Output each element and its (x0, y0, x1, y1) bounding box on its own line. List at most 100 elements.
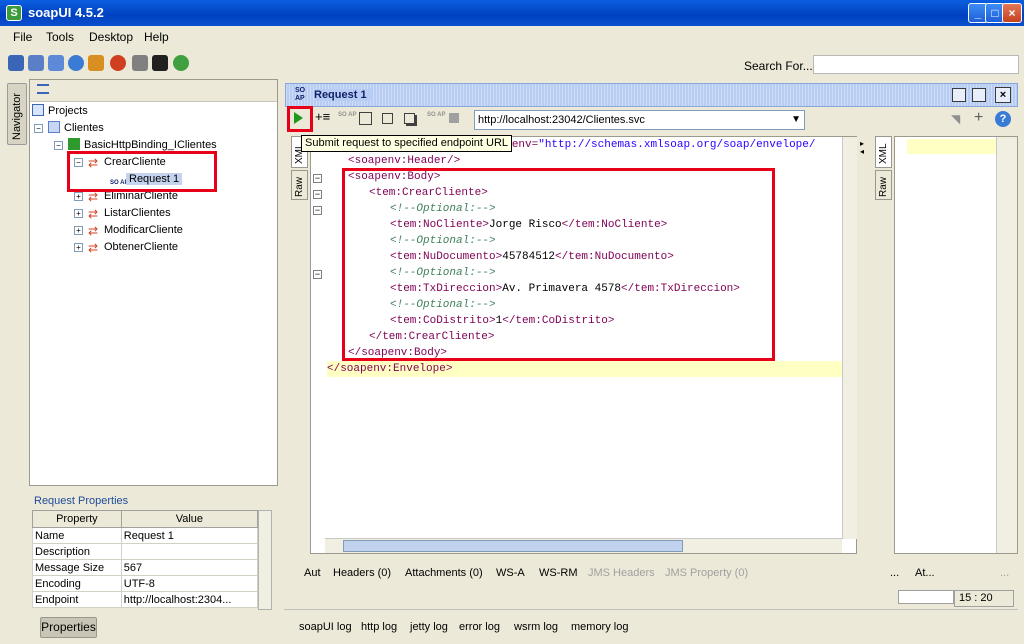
tab-attachments[interactable]: Attachments (0) (405, 567, 483, 579)
code-line[interactable]: </tem:CrearCliente> (369, 329, 494, 345)
list-view-icon[interactable] (37, 84, 49, 94)
save-all-icon[interactable] (48, 55, 64, 71)
help-icon[interactable] (68, 55, 84, 71)
create-request-icon[interactable]: SO AP (338, 112, 356, 118)
tree-item-operation-eliminarcliente[interactable]: + ⇄ EliminarCliente (74, 188, 178, 204)
monitor-icon[interactable] (152, 55, 168, 71)
response-splitter[interactable]: ▸ ◂ (860, 136, 870, 554)
tree-item-operation-obtenercliente[interactable]: + ⇄ ObtenerCliente (74, 239, 178, 255)
code-line[interactable]: <tem:CoDistrito>1</tem:CoDistrito> (390, 313, 614, 329)
code-line[interactable]: </soapenv:Body> (348, 345, 447, 361)
editor-horizontal-scrollbar[interactable] (325, 538, 842, 553)
tree-item-projects[interactable]: Projects (32, 103, 88, 119)
tab-response-xml[interactable]: XML (875, 136, 892, 168)
submit-request-icon[interactable] (294, 112, 303, 124)
code-line[interactable]: <!--Optional:--> (390, 297, 496, 313)
add-icon[interactable]: + (974, 109, 983, 127)
editor-vertical-scrollbar[interactable] (842, 137, 857, 539)
add-to-testcase-icon[interactable]: +≡ (315, 110, 330, 123)
code-line[interactable]: <tem:NoCliente>Jorge Risco</tem:NoClient… (390, 217, 667, 233)
tree-item-operation-modificarcliente[interactable]: + ⇄ ModificarCliente (74, 222, 183, 238)
tree-item-request-1[interactable]: SO APRequest 1 (110, 171, 183, 187)
tools-icon[interactable] (132, 55, 148, 71)
tree-item-project-clientes[interactable]: − Clientes (34, 120, 104, 136)
expand-icon[interactable]: + (74, 243, 83, 252)
table-row[interactable]: Encoding UTF-8 (32, 575, 259, 592)
code-line[interactable]: <soapenv:Header/> (348, 153, 460, 169)
tab-response-overflow[interactable]: ... (1000, 567, 1009, 579)
tab-response-more[interactable]: ... (890, 567, 899, 579)
table-row[interactable]: Description (32, 543, 259, 560)
navigator-tab[interactable]: Navigator (7, 83, 27, 145)
new-project-icon[interactable] (8, 55, 24, 71)
column-header-property[interactable]: Property (32, 510, 122, 528)
menu-desktop[interactable]: Desktop (89, 30, 133, 44)
code-line[interactable]: <tem:TxDireccion>Av. Primavera 4578</tem… (390, 281, 740, 297)
tab-ws-rm[interactable]: WS-RM (539, 567, 578, 579)
tree-item-interface[interactable]: − BasicHttpBinding_IClientes (54, 137, 217, 153)
tab-raw[interactable]: Raw (291, 170, 308, 200)
help-icon[interactable]: ? (995, 111, 1011, 127)
close-panel-icon[interactable]: × (995, 87, 1011, 103)
tab-response-attachments[interactable]: At... (915, 567, 935, 579)
property-value[interactable]: 567 (120, 559, 259, 576)
code-line[interactable]: <!--Optional:--> (390, 201, 496, 217)
code-line[interactable]: <tem:CrearCliente> (369, 185, 488, 201)
maximize-panel-icon[interactable] (972, 88, 986, 102)
clone-request-icon[interactable]: SO AP (427, 112, 445, 118)
code-line[interactable]: </soapenv:Envelope> (327, 361, 842, 377)
tab-ws-a[interactable]: WS-A (496, 567, 525, 579)
property-value[interactable]: Request 1 (120, 527, 259, 544)
expand-icon[interactable]: + (74, 209, 83, 218)
table-row[interactable]: Name Request 1 (32, 527, 259, 544)
response-vertical-scrollbar[interactable] (996, 137, 1017, 553)
splitter-arrows-icon[interactable]: ▸ ◂ (860, 140, 870, 156)
collapse-icon[interactable]: − (34, 124, 43, 133)
code-line[interactable]: <soapenv:Body> (348, 169, 440, 185)
endpoint-dropdown[interactable]: http://localhost:23042/Clientes.svc ▼ (474, 110, 805, 130)
tab-memory-log[interactable]: memory log (571, 621, 628, 633)
fold-icon[interactable]: − (313, 270, 322, 279)
table-row[interactable]: Endpoint http://localhost:2304... (32, 591, 259, 608)
fold-icon[interactable]: − (313, 174, 322, 183)
proxy-icon[interactable] (110, 55, 126, 71)
expand-icon[interactable]: + (74, 192, 83, 201)
fold-icon[interactable]: − (313, 206, 322, 215)
menu-help[interactable]: Help (144, 30, 169, 44)
menu-tools[interactable]: Tools (46, 30, 74, 44)
response-editor[interactable] (894, 136, 1018, 554)
tab-headers[interactable]: Headers (0) (333, 567, 391, 579)
code-line[interactable]: <!--Optional:--> (390, 265, 496, 281)
column-header-value[interactable]: Value (120, 510, 259, 528)
cancel-request-icon[interactable] (449, 113, 459, 123)
tab-http-log[interactable]: http log (361, 621, 397, 633)
exit-icon[interactable] (173, 55, 189, 71)
tab-response-raw[interactable]: Raw (875, 170, 892, 200)
xml-editor[interactable]: − − − − <soapenv:Envelope xmlns:soapenv=… (310, 136, 857, 554)
search-input[interactable] (813, 55, 1019, 74)
import-project-icon[interactable] (28, 55, 44, 71)
fold-icon[interactable]: − (313, 190, 322, 199)
expand-icon[interactable]: + (74, 226, 83, 235)
code-area[interactable]: <soapenv:Envelope xmlns:soapenv="http://… (325, 137, 842, 537)
table-row[interactable]: Message Size 567 (32, 559, 259, 576)
wsdl-icon[interactable]: ◥ (951, 113, 965, 125)
scroll-thumb[interactable] (343, 540, 683, 552)
tab-soapui-log[interactable]: soapUI log (299, 621, 352, 633)
tree-item-operation-crearcliente[interactable]: − ⇄ CrearCliente (74, 154, 166, 170)
property-value[interactable]: http://localhost:2304... (120, 591, 259, 608)
code-line[interactable]: <tem:NuDocumento>45784512</tem:NuDocumen… (390, 249, 674, 265)
detach-icon[interactable] (952, 88, 966, 102)
tab-jetty-log[interactable]: jetty log (410, 621, 448, 633)
code-line[interactable]: <!--Optional:--> (390, 233, 496, 249)
tabbed-view-icon[interactable] (382, 113, 393, 124)
tree-item-operation-listarclientes[interactable]: + ⇄ ListarClientes (74, 205, 171, 221)
property-value[interactable] (120, 543, 259, 560)
property-value[interactable]: UTF-8 (120, 575, 259, 592)
tab-wsrm-log[interactable]: wsrm log (514, 621, 558, 633)
properties-button[interactable]: Properties (40, 617, 97, 638)
tab-error-log[interactable]: error log (459, 621, 500, 633)
properties-scrollbar[interactable] (258, 510, 272, 610)
close-button[interactable]: × (1002, 3, 1022, 23)
collapse-icon[interactable]: − (74, 158, 83, 167)
